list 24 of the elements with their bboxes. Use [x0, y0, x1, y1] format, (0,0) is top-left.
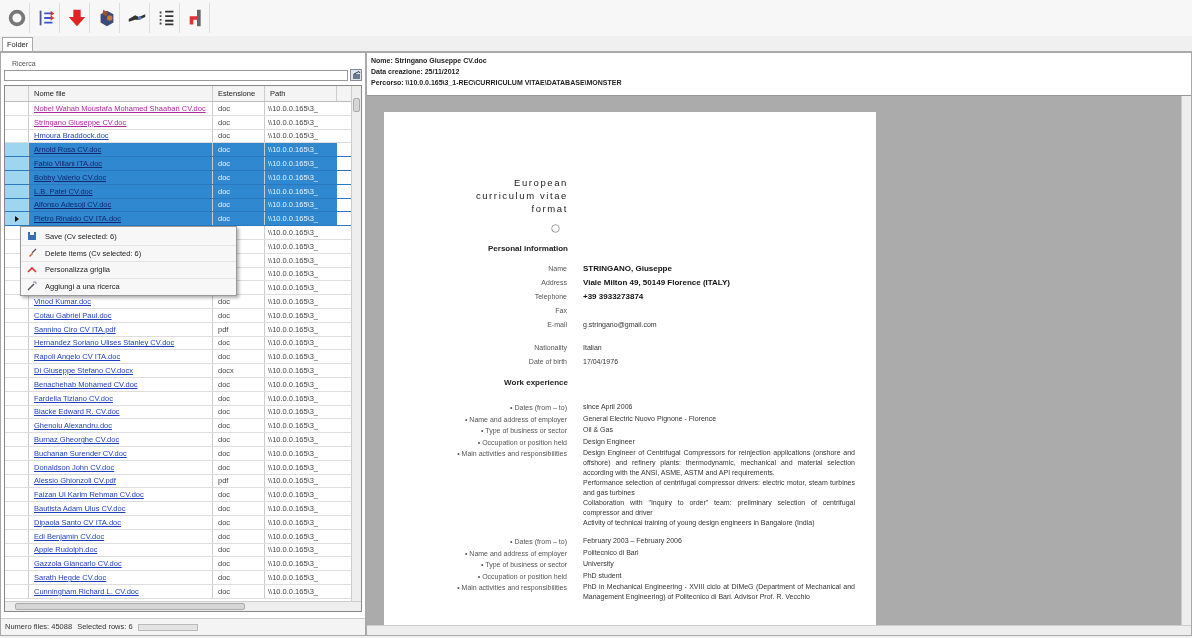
search-field[interactable]: [4, 69, 348, 81]
horizontal-scrollbar[interactable]: [367, 625, 1191, 635]
vertical-scrollbar[interactable]: [1181, 96, 1191, 625]
section-heading: Work experience: [504, 378, 568, 388]
title-text: format: [531, 202, 568, 215]
scroll-thumb[interactable]: [15, 603, 245, 610]
search-options-icon: [351, 70, 361, 80]
horizontal-scrollbar[interactable]: [5, 601, 361, 611]
field-value: STRINGANO, Giuseppe: [583, 263, 673, 274]
search-button[interactable]: [350, 69, 362, 81]
brush-icon: [27, 248, 37, 259]
title-text: European: [514, 176, 568, 189]
field-value: Viale Milton 49, 50149 Florence (ITALY): [583, 277, 731, 288]
field-value: +39 3933273874: [583, 291, 645, 302]
vertical-scrollbar[interactable]: [351, 86, 361, 601]
save-icon: [27, 231, 37, 242]
section-heading: Personal information: [488, 244, 568, 254]
row-header[interactable]: [5, 212, 29, 226]
caret-up-icon: [27, 264, 37, 275]
scroll-thumb[interactable]: [353, 98, 360, 112]
circle-icon: [551, 224, 560, 233]
title-text: curriculum vitae: [475, 189, 568, 202]
current-row-icon: [14, 215, 19, 222]
wand-icon: [27, 281, 37, 292]
